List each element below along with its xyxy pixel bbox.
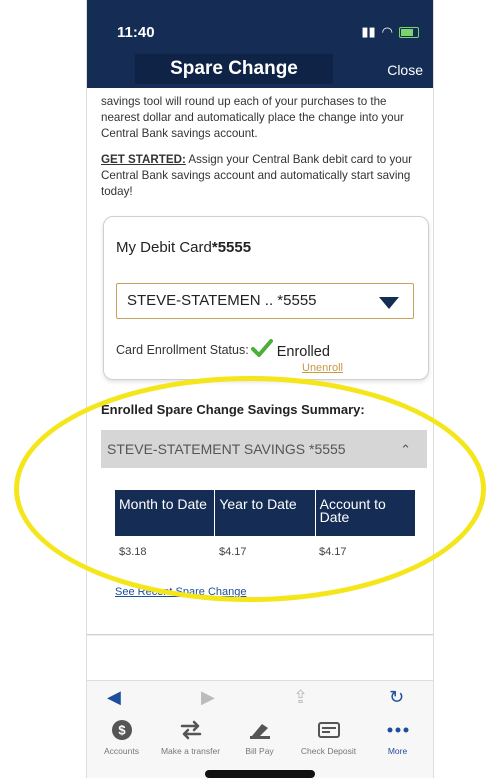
battery-icon xyxy=(399,26,419,38)
table-row: $3.18 $4.17 $4.17 xyxy=(115,536,415,568)
table-cell: $4.17 xyxy=(219,546,247,558)
column-header: Month to Date xyxy=(115,490,216,536)
tab-bill-pay[interactable]: Bill Pay xyxy=(225,718,294,756)
tab-check-deposit[interactable]: Check Deposit xyxy=(294,718,363,756)
debit-card-number: *5555 xyxy=(211,239,252,256)
chevron-up-icon[interactable]: ⌃ xyxy=(400,442,411,458)
tab-label: Bill Pay xyxy=(245,746,274,756)
enrollment-status-value: Enrolled xyxy=(276,344,330,360)
unenroll-link[interactable]: Unenroll xyxy=(302,362,343,374)
nav-bar: Spare Change Close xyxy=(87,52,433,88)
tab-bar: $ Accounts Make a transfer Bill Pay Chec… xyxy=(87,714,433,778)
transfer-icon xyxy=(156,718,225,742)
chevron-down-icon[interactable] xyxy=(379,297,399,309)
enrollment-status: Card Enrollment Status: Enrolled xyxy=(116,339,330,360)
get-started-text: GET STARTED: Assign your Central Bank de… xyxy=(101,152,423,200)
status-time: 11:40 xyxy=(117,24,155,41)
savings-account-accordion[interactable]: STEVE-STATEMENT SAVINGS *5555 ⌃ xyxy=(101,430,427,468)
account-select-value: STEVE-STATEMEN .. *5555 xyxy=(127,292,317,309)
forward-icon[interactable]: ▶ xyxy=(201,687,215,708)
home-indicator xyxy=(205,770,315,778)
svg-text:$: $ xyxy=(118,723,126,738)
tab-accounts[interactable]: $ Accounts xyxy=(87,718,156,756)
main-content: savings tool will round up each of your … xyxy=(87,88,433,636)
checkmark-icon xyxy=(250,339,273,357)
tab-make-a-transfer[interactable]: Make a transfer xyxy=(156,718,225,756)
divider xyxy=(87,634,433,636)
back-icon[interactable]: ◀ xyxy=(107,687,121,708)
debit-card-title: My Debit Card*5555 xyxy=(116,239,251,256)
status-icons: ▮▮ ◠ xyxy=(361,24,419,40)
tab-label: Make a transfer xyxy=(160,746,221,756)
account-select[interactable]: STEVE-STATEMEN .. *5555 xyxy=(116,283,414,319)
dollar-icon: $ xyxy=(87,718,156,742)
column-header: Account to Date xyxy=(319,496,386,525)
close-button[interactable]: Close xyxy=(387,62,423,78)
column-header: Year to Date xyxy=(215,490,316,536)
savings-account-name: STEVE-STATEMENT SAVINGS *5555 xyxy=(107,441,346,457)
page-title: Spare Change xyxy=(135,54,333,84)
browser-toolbar: ◀ ▶ ⇪ ↻ xyxy=(87,680,433,715)
summary-title: Enrolled Spare Change Savings Summary: xyxy=(101,402,365,417)
debit-card-panel: My Debit Card*5555 STEVE-STATEMEN .. *55… xyxy=(103,216,429,380)
phone-screen: 11:40 ▮▮ ◠ Spare Change Close savings to… xyxy=(86,0,434,778)
enrollment-status-label: Card Enrollment Status: xyxy=(116,343,249,357)
bill-pay-icon xyxy=(225,718,294,742)
share-icon[interactable]: ⇪ xyxy=(293,687,308,708)
tab-label: More xyxy=(387,746,408,756)
more-icon xyxy=(363,718,432,742)
recent-spare-change-link[interactable]: See Recent Spare Change xyxy=(115,586,246,598)
table-cell: $3.18 xyxy=(119,546,147,558)
get-started-label: GET STARTED: xyxy=(101,153,186,166)
reload-icon[interactable]: ↻ xyxy=(389,687,404,708)
savings-summary-table: Month to Date Year to Date Account to Da… xyxy=(115,490,415,568)
table-header: Month to Date Year to Date Account to Da… xyxy=(115,490,415,536)
tab-label: Accounts xyxy=(104,746,139,756)
table-cell: $4.17 xyxy=(319,546,347,558)
check-deposit-icon xyxy=(294,718,363,742)
wifi-icon: ◠ xyxy=(381,24,393,39)
tab-more[interactable]: More xyxy=(363,718,432,756)
debit-card-title-label: My Debit Card xyxy=(116,239,212,256)
intro-text: savings tool will round up each of your … xyxy=(101,95,404,140)
signal-icon: ▮▮ xyxy=(361,24,376,39)
tab-label: Check Deposit xyxy=(300,746,357,756)
